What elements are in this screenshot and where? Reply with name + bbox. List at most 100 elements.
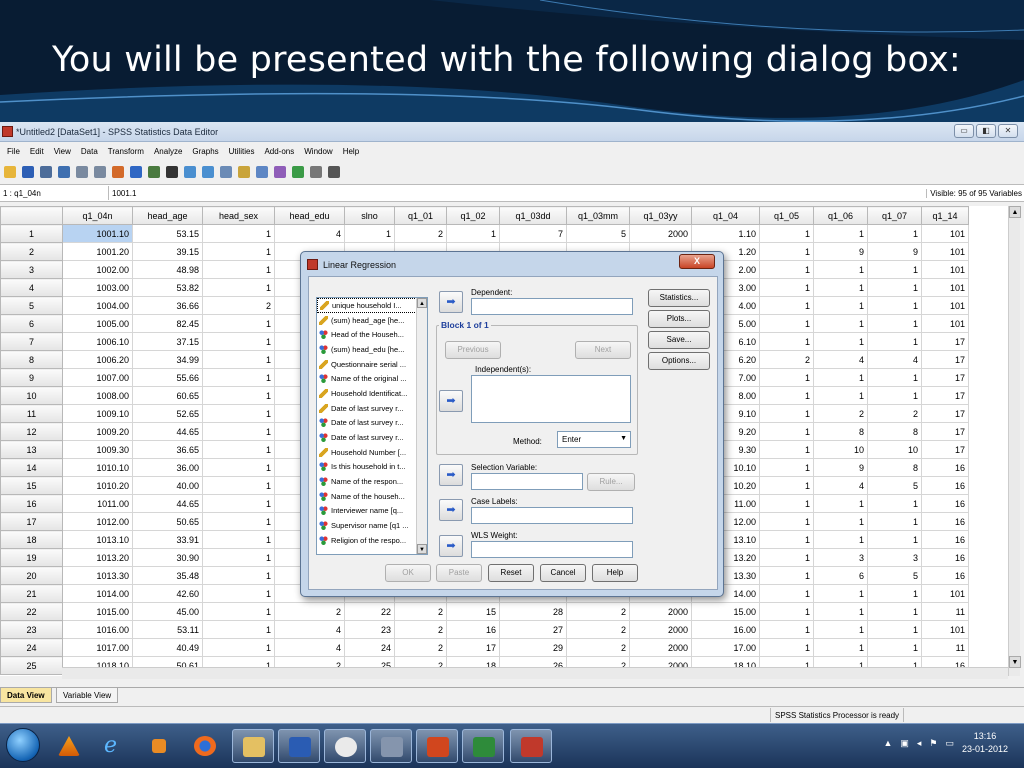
excel-icon[interactable]: [462, 729, 504, 763]
dialog-recall-icon[interactable]: [58, 166, 70, 178]
data-cell[interactable]: 2: [566, 602, 630, 621]
data-cell[interactable]: 1: [202, 638, 275, 657]
data-cell[interactable]: 44.65: [132, 494, 203, 513]
data-cell[interactable]: 40.00: [132, 476, 203, 495]
data-cell[interactable]: 1: [202, 620, 275, 639]
data-cell[interactable]: 1: [759, 530, 814, 549]
corner-header[interactable]: [0, 206, 63, 225]
row-header[interactable]: 8: [0, 350, 63, 369]
data-cell[interactable]: 1: [344, 224, 395, 243]
data-cell[interactable]: 15.00: [691, 602, 760, 621]
data-cell[interactable]: 4: [274, 224, 345, 243]
data-cell[interactable]: 1003.00: [62, 278, 133, 297]
data-cell[interactable]: 1: [202, 584, 275, 603]
data-cell[interactable]: 17: [921, 332, 969, 351]
data-cell[interactable]: 1: [813, 494, 868, 513]
data-cell[interactable]: 8: [867, 422, 922, 441]
column-header-q1-04[interactable]: q1_04: [691, 206, 760, 225]
variable-list-item[interactable]: (sum) head_age [he...: [317, 313, 427, 328]
data-cell[interactable]: 10: [867, 440, 922, 459]
data-cell[interactable]: 1: [202, 278, 275, 297]
row-header[interactable]: 14: [0, 458, 63, 477]
tab-data-view[interactable]: Data View: [0, 688, 52, 703]
row-header[interactable]: 13: [0, 440, 63, 459]
list-scroll-down-arrow[interactable]: ▼: [417, 544, 427, 554]
data-cell[interactable]: 44.65: [132, 422, 203, 441]
powerpoint-icon[interactable]: [416, 729, 458, 763]
case-labels-field[interactable]: [471, 507, 633, 524]
start-button[interactable]: [6, 728, 40, 762]
data-cell[interactable]: 17: [921, 368, 969, 387]
row-header[interactable]: 19: [0, 548, 63, 567]
data-cell[interactable]: 16: [921, 530, 969, 549]
dialog-close-button[interactable]: X: [679, 254, 715, 269]
data-cell[interactable]: 8: [813, 422, 868, 441]
goto-variable-icon[interactable]: [130, 166, 142, 178]
file-explorer-icon[interactable]: [232, 729, 274, 763]
data-cell[interactable]: 1007.00: [62, 368, 133, 387]
data-cell[interactable]: 101: [921, 584, 969, 603]
column-header-q1-02[interactable]: q1_02: [446, 206, 500, 225]
data-cell[interactable]: 1: [867, 314, 922, 333]
data-cell[interactable]: 1: [202, 476, 275, 495]
data-cell[interactable]: 1: [813, 296, 868, 315]
data-cell[interactable]: 45.00: [132, 602, 203, 621]
data-cell[interactable]: 24: [344, 638, 395, 657]
display-icon[interactable]: ▭: [945, 738, 954, 749]
column-header-q1-01[interactable]: q1_01: [394, 206, 447, 225]
chat-icon[interactable]: [324, 729, 366, 763]
print-icon[interactable]: [40, 166, 52, 178]
data-cell[interactable]: 1: [759, 602, 814, 621]
column-header-q1-03mm[interactable]: q1_03mm: [566, 206, 630, 225]
menu-utilities[interactable]: Utilities: [224, 144, 260, 160]
row-header[interactable]: 15: [0, 476, 63, 495]
variable-list-item[interactable]: Household Number [...: [317, 445, 427, 460]
data-cell[interactable]: 1.10: [691, 224, 760, 243]
data-cell[interactable]: 1: [813, 620, 868, 639]
data-cell[interactable]: 1: [202, 422, 275, 441]
data-cell[interactable]: 1: [867, 278, 922, 297]
data-cell[interactable]: 36.66: [132, 296, 203, 315]
tab-variable-view[interactable]: Variable View: [56, 688, 119, 703]
variable-source-list[interactable]: unique household I... (sum) head_age [he.…: [316, 297, 428, 555]
save-button[interactable]: Save...: [648, 331, 710, 349]
show-hidden-icons-icon[interactable]: ▲: [883, 738, 892, 749]
row-header[interactable]: 17: [0, 512, 63, 531]
data-cell[interactable]: 1017.00: [62, 638, 133, 657]
data-cell[interactable]: 6: [813, 566, 868, 585]
row-header[interactable]: 24: [0, 638, 63, 657]
data-cell[interactable]: 2: [759, 350, 814, 369]
data-cell[interactable]: 1010.20: [62, 476, 133, 495]
data-cell[interactable]: 2000: [629, 638, 692, 657]
internet-explorer-icon[interactable]: e: [94, 729, 136, 763]
data-cell[interactable]: 1: [759, 332, 814, 351]
variable-list-item[interactable]: Date of last survey r...: [317, 430, 427, 445]
data-cell[interactable]: 17.00: [691, 638, 760, 657]
data-cell[interactable]: 1016.00: [62, 620, 133, 639]
data-cell[interactable]: 1013.10: [62, 530, 133, 549]
data-cell[interactable]: 2: [394, 224, 447, 243]
variable-list-item[interactable]: Religion of the respo...: [317, 533, 427, 548]
data-cell[interactable]: 1: [202, 350, 275, 369]
data-cell[interactable]: 1: [759, 260, 814, 279]
data-cell[interactable]: 1: [759, 620, 814, 639]
menu-help[interactable]: Help: [338, 144, 364, 160]
data-cell[interactable]: 1: [202, 404, 275, 423]
next-block-button[interactable]: Next: [575, 341, 631, 359]
row-header[interactable]: 3: [0, 260, 63, 279]
menu-file[interactable]: File: [2, 144, 25, 160]
data-cell[interactable]: 9: [813, 458, 868, 477]
minimize-button[interactable]: ▭: [954, 124, 974, 138]
data-cell[interactable]: 1015.00: [62, 602, 133, 621]
vertical-scrollbar[interactable]: ▲ ▼: [1008, 206, 1021, 676]
spss-taskbar-icon[interactable]: [510, 729, 552, 763]
row-header[interactable]: 22: [0, 602, 63, 621]
data-cell[interactable]: 101: [921, 242, 969, 261]
data-cell[interactable]: 23: [344, 620, 395, 639]
data-cell[interactable]: 1: [813, 332, 868, 351]
data-cell[interactable]: 101: [921, 224, 969, 243]
data-cell[interactable]: 1: [867, 638, 922, 657]
data-cell[interactable]: 1: [867, 530, 922, 549]
value-labels-icon[interactable]: [274, 166, 286, 178]
data-cell[interactable]: 3: [813, 548, 868, 567]
